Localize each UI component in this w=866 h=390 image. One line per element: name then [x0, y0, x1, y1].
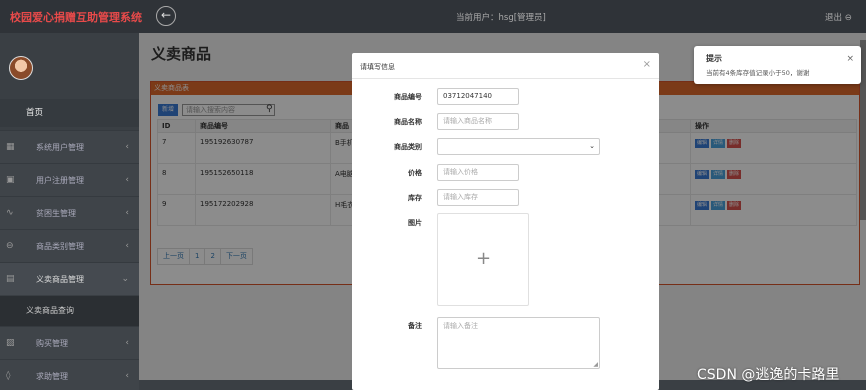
trend-icon: ∿ [6, 208, 14, 218]
sidebar-item-user-registration[interactable]: ▣ 用户注册管理 ‹ [0, 163, 139, 196]
sidebar-item-label: 义卖商品管理 [36, 275, 84, 284]
top-bar: 校园爱心捐赠互助管理系统 ← 当前用户：hsg[管理员] 退出 ⊖ [0, 0, 866, 33]
chevron-left-icon: ‹ [125, 338, 129, 348]
sidebar-item-label: 购买管理 [36, 339, 68, 348]
name-label: 商品名称 [394, 118, 422, 126]
sidebar-item-system-users[interactable]: ▦ 系统用户管理 ‹ [0, 130, 139, 163]
resize-handle-icon[interactable]: ◢ [593, 361, 598, 368]
sidebar-item-home[interactable]: 首页 [0, 99, 139, 127]
sidebar-item-purchase[interactable]: ▨ 购买管理 ‹ [0, 326, 139, 359]
dialog-title: 请填写信息 [360, 63, 395, 71]
avatar [9, 56, 33, 80]
category-select[interactable]: ⌄ [437, 138, 600, 155]
price-label: 价格 [408, 169, 422, 177]
cart-icon: ▨ [6, 338, 15, 348]
watermark: CSDN @逃逸的卡路里 [697, 367, 840, 383]
code-field[interactable]: 03712047140 [437, 88, 519, 105]
category-label: 商品类别 [394, 143, 422, 151]
chevron-down-icon: ⌄ [121, 274, 129, 284]
name-field[interactable]: 请输入商品名称 [437, 113, 519, 130]
sidebar-item-charity-goods[interactable]: ▤ 义卖商品管理 ⌄ [0, 262, 139, 295]
close-icon[interactable]: × [643, 59, 651, 70]
app-title: 校园爱心捐赠互助管理系统 [10, 11, 142, 24]
sidebar-item-label: 求助管理 [36, 372, 68, 381]
chevron-left-icon: ‹ [125, 208, 129, 218]
sidebar-item-label: 商品类别管理 [36, 242, 84, 251]
chevron-left-icon: ‹ [125, 241, 129, 251]
notification-toast: 提示 当前有4条库存值记录小于50，谢谢 × [694, 46, 861, 84]
chevron-left-icon: ‹ [125, 142, 129, 152]
sidebar-item-poor-students[interactable]: ∿ 贫困生管理 ‹ [0, 196, 139, 229]
price-field[interactable]: 请输入价格 [437, 164, 519, 181]
note-label: 备注 [408, 322, 422, 330]
document-icon: ▤ [6, 274, 15, 284]
sidebar-item-category[interactable]: ⊖ 商品类别管理 ‹ [0, 229, 139, 262]
sidebar-item-label: 用户注册管理 [36, 176, 84, 185]
grid-icon: ▦ [6, 142, 15, 152]
toast-title: 提示 [706, 54, 722, 63]
toggle-icon: ⊖ [6, 241, 14, 251]
note-field[interactable]: 请输入备注 ◢ [437, 317, 600, 369]
edit-dialog: 请填写信息 × 商品编号 03712047140 商品名称 请输入商品名称 商品… [352, 53, 659, 390]
image-upload[interactable]: + [437, 213, 529, 306]
sidebar-item-label: 系统用户管理 [36, 143, 84, 152]
megaphone-icon: ◊ [6, 371, 11, 381]
stock-field[interactable]: 请输入库存 [437, 189, 519, 206]
close-icon[interactable]: × [846, 54, 854, 64]
logout-button[interactable]: 退出 ⊖ [825, 11, 852, 23]
code-label: 商品编号 [394, 93, 422, 101]
stock-label: 库存 [408, 194, 422, 202]
image-label: 图片 [408, 219, 422, 227]
chevron-down-icon: ⌄ [589, 142, 595, 150]
chevron-left-icon: ‹ [125, 371, 129, 381]
divider [352, 78, 659, 79]
submenu-charity-goods-query[interactable]: 义卖商品查询 [0, 296, 139, 326]
plus-icon: + [476, 248, 492, 269]
toast-message: 当前有4条库存值记录小于50，谢谢 [706, 69, 810, 77]
sidebar-item-help[interactable]: ◊ 求助管理 ‹ [0, 359, 139, 390]
sidebar-item-label: 贫困生管理 [36, 209, 76, 218]
chevron-left-icon: ‹ [125, 175, 129, 185]
current-user: 当前用户：hsg[管理员] [456, 13, 546, 23]
image-icon: ▣ [6, 175, 15, 185]
note-placeholder: 请输入备注 [443, 322, 478, 330]
sidebar: 首页 ▦ 系统用户管理 ‹ ▣ 用户注册管理 ‹ ∿ 贫困生管理 ‹ ⊖ 商品类… [0, 33, 139, 390]
back-arrow-icon[interactable]: ← [156, 6, 176, 26]
